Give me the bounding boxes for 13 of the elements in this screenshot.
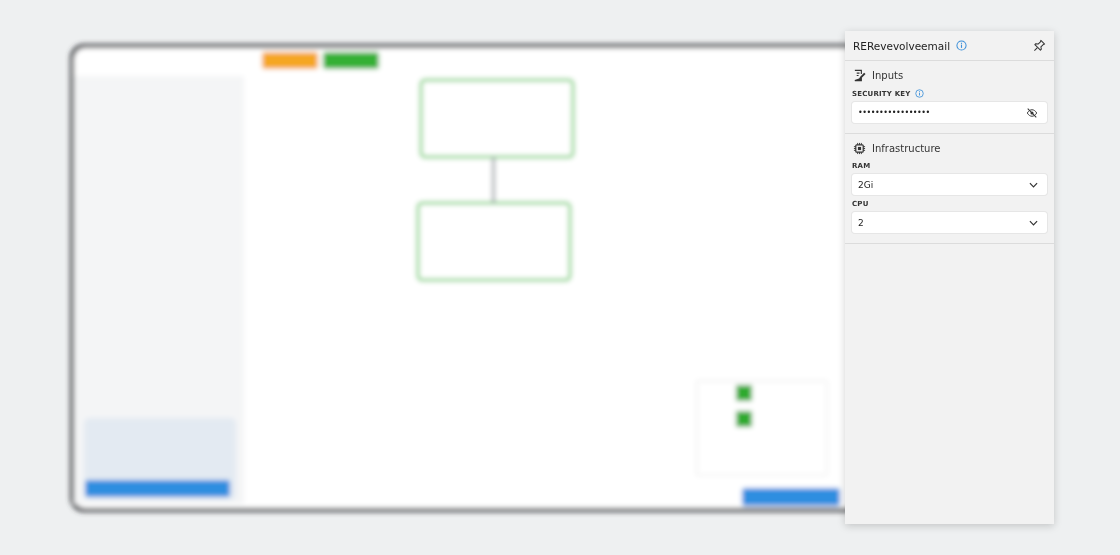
chevron-down-icon — [1029, 219, 1038, 226]
panel-title: RERevevolveemail — [853, 39, 951, 52]
section-title: Inputs — [872, 70, 904, 81]
section-title: Infrastructure — [872, 143, 941, 154]
password-field[interactable]: ••••••••••••••••• — [852, 102, 1047, 123]
eye-off-icon[interactable] — [1026, 106, 1038, 119]
info-icon[interactable] — [956, 40, 968, 51]
chevron-down-icon — [1029, 181, 1038, 188]
chip-icon — [853, 142, 866, 155]
pin-icon[interactable] — [1033, 39, 1046, 52]
dropdown[interactable]: 2Gi — [852, 174, 1047, 195]
dropdown[interactable]: 2 — [852, 212, 1047, 233]
form-edit-icon — [853, 69, 866, 82]
